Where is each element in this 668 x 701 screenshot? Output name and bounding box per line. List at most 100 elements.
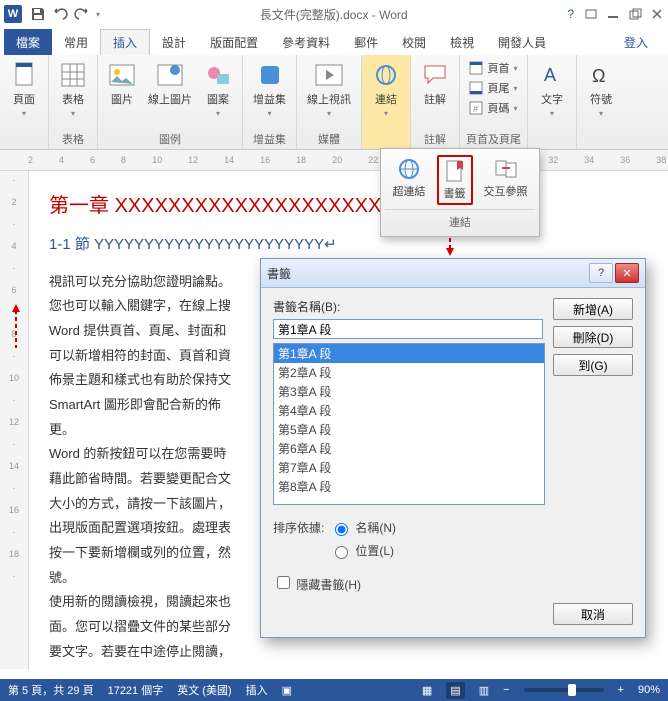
- tab-dev[interactable]: 開發人員: [486, 29, 558, 55]
- header-button[interactable]: 頁首▾: [467, 59, 519, 77]
- tab-layout[interactable]: 版面配置: [198, 29, 270, 55]
- view-web-icon[interactable]: ▥: [479, 684, 489, 697]
- group-pages: 頁面▾: [0, 55, 49, 149]
- zoom-slider[interactable]: [524, 688, 604, 692]
- addins-button[interactable]: 增益集▾: [249, 59, 290, 120]
- bookmark-icon: [443, 159, 467, 183]
- ribbon-tabs: 檔案 常用 插入 設計 版面配置 參考資料 郵件 校閱 檢視 開發人員 登入: [0, 29, 668, 55]
- online-images-button[interactable]: 線上圖片: [144, 59, 196, 109]
- horizontal-ruler[interactable]: 24681012141618202224262830323436384042: [0, 150, 668, 171]
- pages-button[interactable]: 頁面▾: [6, 59, 42, 120]
- list-item[interactable]: 第2章A 段: [274, 363, 544, 382]
- add-button[interactable]: 新增(A): [553, 298, 633, 320]
- sort-label: 排序依據:: [273, 519, 324, 536]
- tables-button[interactable]: 表格▾: [55, 59, 91, 120]
- dialog-close-button[interactable]: ✕: [615, 263, 639, 283]
- page-number-button[interactable]: #頁碼▾: [467, 99, 519, 117]
- group-label-media: 媒體: [318, 131, 340, 147]
- list-item[interactable]: 第7章A 段: [274, 458, 544, 477]
- bookmark-name-label: 書籤名稱(B):: [273, 298, 543, 315]
- zoom-out-icon[interactable]: −: [503, 684, 509, 696]
- links-button[interactable]: 連結▾: [368, 59, 404, 120]
- ribbon-options-icon[interactable]: ?: [567, 7, 574, 21]
- dialog-help-button[interactable]: ?: [589, 263, 613, 283]
- shapes-button[interactable]: 圖案▾: [200, 59, 236, 120]
- list-item[interactable]: 第3章A 段: [274, 382, 544, 401]
- group-label-addins: 增益集: [253, 131, 286, 147]
- ribbon-display-icon[interactable]: [584, 7, 598, 21]
- paragraph: 要文字。若要在中途停止閱讀，: [49, 640, 648, 665]
- status-words[interactable]: 17221 個字: [108, 682, 164, 698]
- zoom-in-icon[interactable]: +: [618, 684, 624, 696]
- group-text: A文字▾: [528, 55, 577, 149]
- images-button[interactable]: 圖片: [104, 59, 140, 109]
- group-addins: 增益集▾ 增益集: [243, 55, 297, 149]
- tab-insert[interactable]: 插入: [100, 29, 150, 55]
- tab-home[interactable]: 常用: [52, 29, 100, 55]
- dialog-titlebar[interactable]: 書籤 ? ✕: [261, 259, 645, 288]
- zoom-level[interactable]: 90%: [638, 684, 660, 696]
- globe-icon: [397, 157, 421, 181]
- bookmark-item[interactable]: 書籤: [437, 155, 473, 205]
- bookmark-list[interactable]: 第1章A 段 第2章A 段 第3章A 段 第4章A 段 第5章A 段 第6章A …: [273, 343, 545, 505]
- bookmark-name-input[interactable]: [273, 319, 543, 339]
- comments-button[interactable]: 註解: [417, 59, 453, 109]
- list-item[interactable]: 第4章A 段: [274, 401, 544, 420]
- online-image-icon: [156, 61, 184, 89]
- online-video-button[interactable]: 線上視訊▾: [303, 59, 355, 120]
- heading-1: 第一章 XXXXXXXXXXXXXXXXXXXXXXXXXX: [49, 187, 648, 225]
- tab-design[interactable]: 設計: [150, 29, 198, 55]
- view-print-icon[interactable]: ▤: [446, 682, 464, 699]
- symbols-button[interactable]: Ω符號▾: [583, 59, 619, 120]
- addins-icon: [256, 61, 284, 89]
- save-icon[interactable]: [30, 6, 46, 22]
- table-icon: [59, 61, 87, 89]
- tab-view[interactable]: 檢視: [438, 29, 486, 55]
- hidden-bookmarks-checkbox[interactable]: 隱藏書籤(H): [273, 573, 361, 593]
- list-item[interactable]: 第8章A 段: [274, 477, 544, 496]
- bookmark-dialog: 書籤 ? ✕ 書籤名稱(B): 第1章A 段 第2章A 段 第3章A 段 第4章…: [260, 258, 646, 638]
- view-read-icon[interactable]: ▦: [422, 684, 432, 697]
- omega-icon: Ω: [587, 61, 615, 89]
- tab-file[interactable]: 檔案: [4, 29, 52, 55]
- comment-icon: [421, 61, 449, 89]
- links-dropdown: 超連結 書籤 交互參照 連結: [380, 148, 540, 237]
- goto-button[interactable]: 到(G): [553, 354, 633, 376]
- page-icon: [10, 61, 38, 89]
- quick-access-toolbar: ▾: [30, 6, 100, 22]
- undo-icon[interactable]: [52, 6, 68, 22]
- list-item[interactable]: 第5章A 段: [274, 420, 544, 439]
- delete-button[interactable]: 刪除(D): [553, 326, 633, 348]
- redo-icon[interactable]: [74, 6, 90, 22]
- svg-text:A: A: [544, 65, 556, 85]
- group-tables: 表格▾ 表格: [49, 55, 98, 149]
- heading-2: 1-1 節 YYYYYYYYYYYYYYYYYYYYYYY↵: [49, 231, 648, 260]
- minimize-icon[interactable]: [606, 7, 620, 21]
- group-headerfooter: 頁首▾ 頁尾▾ #頁碼▾ 頁首及頁尾: [460, 55, 528, 149]
- login-link[interactable]: 登入: [612, 29, 660, 55]
- close-icon[interactable]: [650, 7, 664, 21]
- footer-button[interactable]: 頁尾▾: [467, 79, 519, 97]
- tab-mail[interactable]: 郵件: [342, 29, 390, 55]
- vertical-ruler[interactable]: ·2·4·6·8·10·12·14·16·18·: [0, 171, 29, 669]
- status-mode[interactable]: 插入: [246, 682, 268, 698]
- tab-review[interactable]: 校閱: [390, 29, 438, 55]
- sort-name-radio[interactable]: 名稱(N): [330, 519, 396, 536]
- status-language[interactable]: 英文 (美國): [177, 682, 231, 698]
- restore-icon[interactable]: [628, 7, 642, 21]
- status-page[interactable]: 第 5 頁，共 29 頁: [8, 682, 94, 698]
- list-item[interactable]: 第6章A 段: [274, 439, 544, 458]
- tab-references[interactable]: 參考資料: [270, 29, 342, 55]
- hyperlink-item[interactable]: 超連結: [389, 155, 430, 205]
- document-title: 長文件(完整版).docx - Word: [100, 6, 567, 23]
- cancel-button[interactable]: 取消: [553, 603, 633, 625]
- status-bar: 第 5 頁，共 29 頁 17221 個字 英文 (美國) 插入 ▣ ▦ ▤ ▥…: [0, 679, 668, 701]
- text-button[interactable]: A文字▾: [534, 59, 570, 120]
- group-label-comments: 註解: [424, 131, 446, 147]
- macro-icon[interactable]: ▣: [282, 684, 292, 697]
- sort-location-radio[interactable]: 位置(L): [330, 542, 396, 559]
- list-item[interactable]: 第1章A 段: [274, 344, 544, 363]
- crossref-item[interactable]: 交互參照: [480, 155, 532, 205]
- group-media: 線上視訊▾ 媒體: [297, 55, 362, 149]
- group-links: 連結▾: [362, 55, 411, 149]
